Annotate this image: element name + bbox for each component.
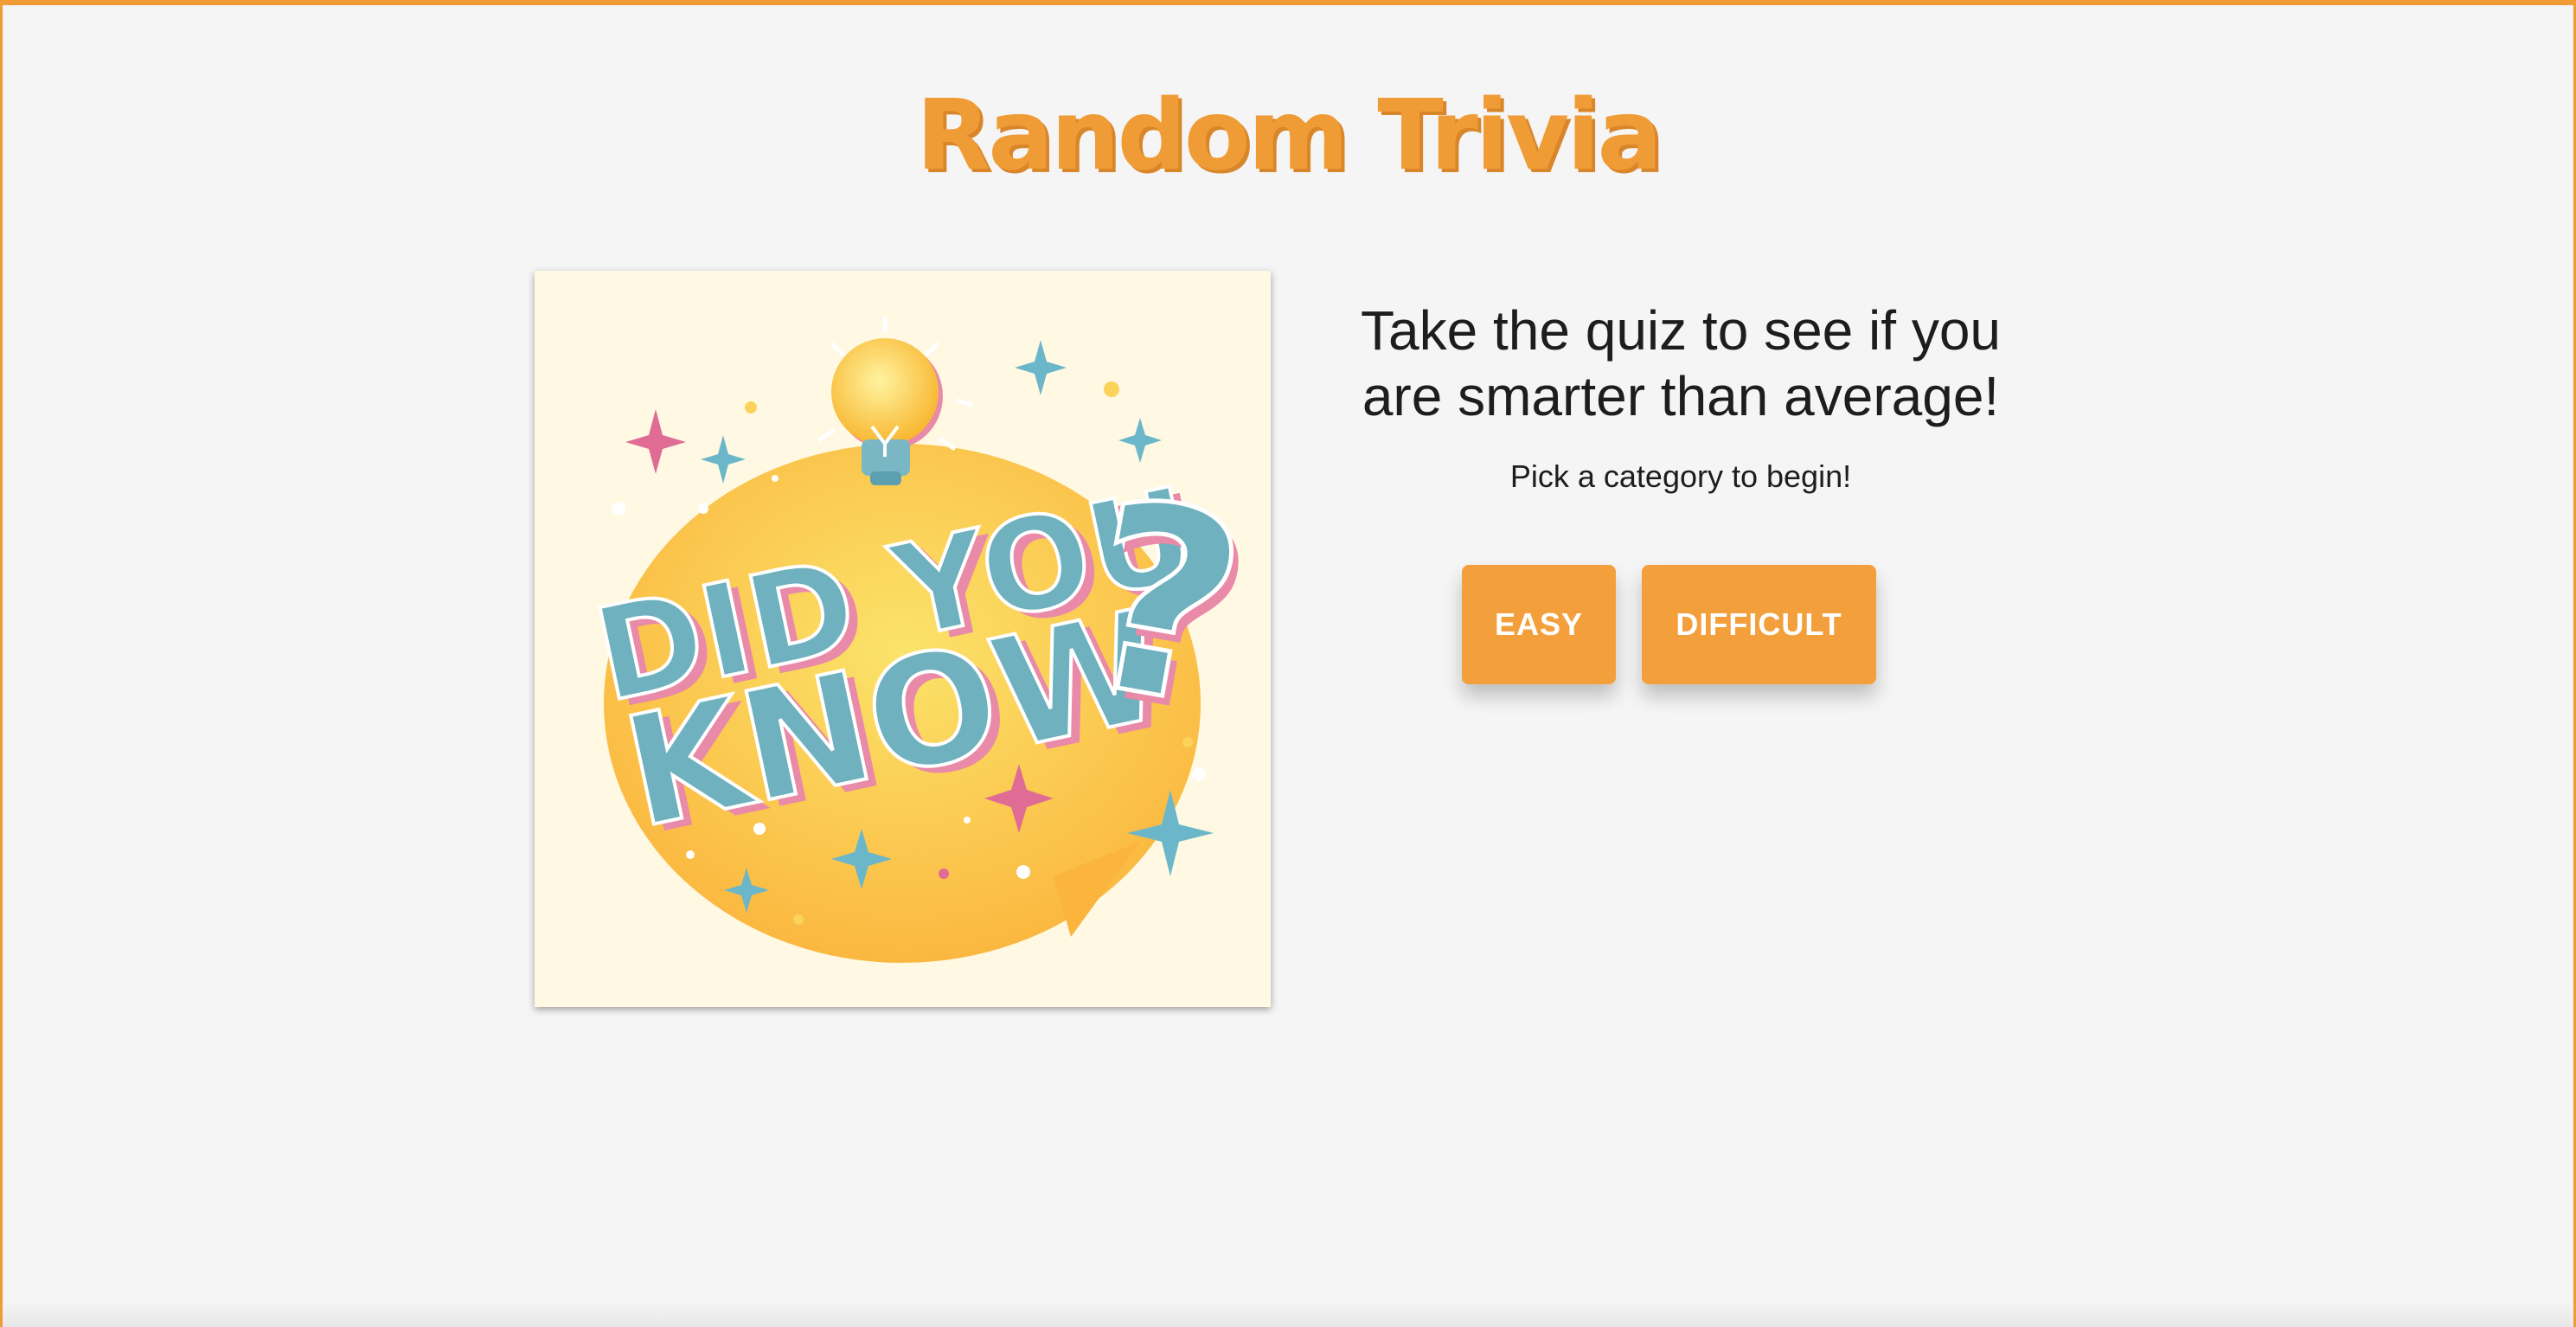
intro-headline: Take the quiz to see if you are smarter … — [1361, 299, 2001, 427]
bottom-shadow — [3, 1301, 2573, 1327]
intro-section: Take the quiz to see if you are smarter … — [1317, 298, 2044, 495]
category-buttons: EASY DIFFICULT — [1462, 565, 1876, 684]
did-you-know-image: DID YOU DID YOU KNOW KNOW ? ? — [535, 271, 1271, 1007]
easy-button[interactable]: EASY — [1462, 565, 1616, 684]
page: Random Trivia DID YOU DID YOU KNOW KNOW … — [0, 0, 2576, 1327]
intro-subtext: Pick a category to begin! — [1509, 458, 1852, 494]
page-title: Random Trivia — [915, 80, 1663, 192]
difficult-button[interactable]: DIFFICULT — [1642, 565, 1876, 684]
